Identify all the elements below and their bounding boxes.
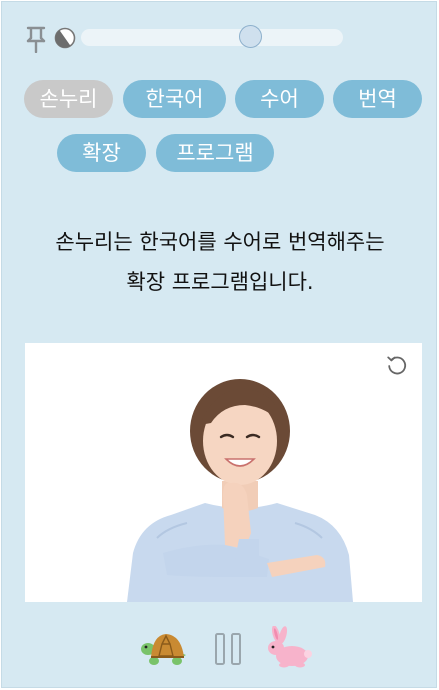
turtle-icon[interactable]: [139, 629, 189, 667]
chip-sign-language[interactable]: 수어: [235, 80, 324, 118]
chip-translation[interactable]: 번역: [333, 80, 422, 118]
pin-icon[interactable]: [26, 25, 46, 53]
chip-sonnuri[interactable]: 손누리: [24, 80, 113, 118]
replay-icon[interactable]: [386, 354, 408, 376]
chip-program[interactable]: 프로그램: [156, 134, 274, 172]
contrast-icon[interactable]: [54, 27, 76, 49]
opacity-slider-thumb[interactable]: [239, 25, 262, 48]
opacity-slider[interactable]: [81, 29, 343, 46]
chip-korean[interactable]: 한국어: [123, 80, 226, 118]
sign-language-video[interactable]: [25, 343, 422, 602]
signer-image: [127, 379, 353, 602]
description-text: 손누리는 한국어를 수어로 번역해주는 확장 프로그램입니다.: [2, 222, 438, 302]
description-line-2: 확장 프로그램입니다.: [126, 270, 314, 294]
description-line-1: 손누리는 한국어를 수어로 번역해주는: [55, 230, 385, 254]
sonnuri-panel: 손누리 한국어 수어 번역 확장 프로그램 손누리는 한국어를 수어로 번역해주…: [1, 1, 437, 688]
pause-icon[interactable]: [213, 632, 243, 666]
rabbit-icon[interactable]: [264, 626, 314, 668]
chip-extension[interactable]: 확장: [57, 134, 146, 172]
